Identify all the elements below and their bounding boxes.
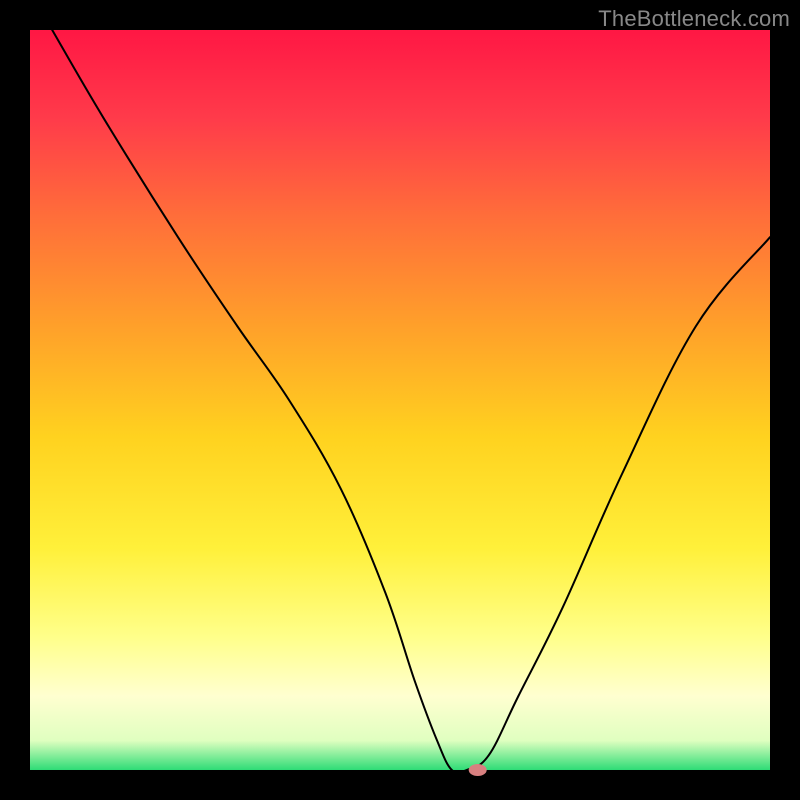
watermark-text: TheBottleneck.com: [598, 6, 790, 32]
optimal-marker: [469, 764, 487, 776]
plot-background: [30, 30, 770, 770]
bottleneck-chart: TheBottleneck.com: [0, 0, 800, 800]
chart-svg: [0, 0, 800, 800]
